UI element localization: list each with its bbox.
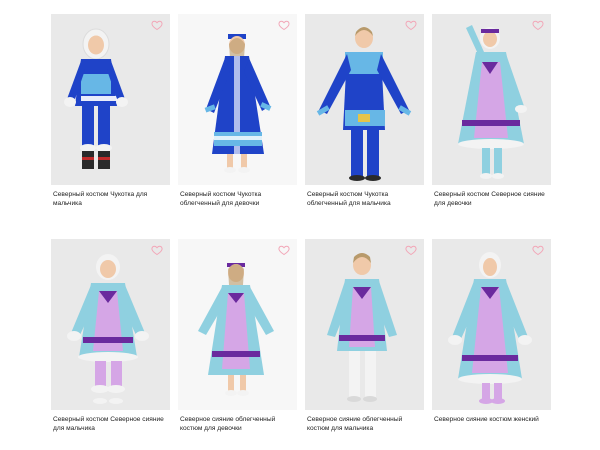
costume-girl-chukotka-light-image — [204, 34, 272, 173]
product-title[interactable]: Северный костюм Чукотка облегченный для … — [178, 191, 292, 208]
product-photo[interactable] — [178, 239, 297, 410]
heart-icon[interactable] — [405, 19, 417, 31]
product-photo[interactable] — [178, 14, 297, 185]
product-title[interactable]: Северное сияние облегченный костюм для д… — [178, 416, 292, 433]
costume-boy-chukotka-image — [64, 28, 128, 169]
product-card[interactable]: Северное сияние облегченный костюм для д… — [178, 239, 297, 433]
product-photo[interactable] — [432, 239, 551, 410]
product-photo[interactable] — [305, 14, 424, 185]
product-title[interactable]: Северный костюм Чукотка для мальчика — [51, 191, 165, 208]
product-card[interactable]: Северное сияние облегченный костюм для м… — [305, 239, 424, 433]
costume-girl-northern-lights-light-image — [198, 263, 274, 396]
product-card[interactable]: Северный костюм Чукотка облегченный для … — [178, 14, 297, 208]
product-photo[interactable] — [51, 14, 170, 185]
product-card[interactable]: Северный костюм Чукотка облегченный для … — [305, 14, 424, 208]
costume-boy-northern-lights-image — [67, 254, 149, 404]
heart-icon[interactable] — [278, 19, 290, 31]
costume-woman-northern-lights-image — [448, 252, 532, 404]
product-title[interactable]: Северный костюм Северное сияние для дево… — [432, 191, 546, 208]
heart-icon[interactable] — [532, 244, 544, 256]
product-photo[interactable] — [432, 14, 551, 185]
product-card[interactable]: Северный костюм Северное сияние для маль… — [51, 239, 170, 433]
costume-boy-northern-lights-light-image — [327, 253, 397, 402]
heart-icon[interactable] — [405, 244, 417, 256]
product-grid: Северный костюм Чукотка для мальчика Сев… — [51, 14, 551, 436]
product-photo[interactable] — [305, 239, 424, 410]
heart-icon[interactable] — [151, 19, 163, 31]
product-card[interactable]: Северный костюм Чукотка для мальчика — [51, 14, 170, 208]
product-photo[interactable] — [51, 239, 170, 410]
costume-boy-chukotka-light-image — [316, 27, 412, 181]
heart-icon[interactable] — [151, 244, 163, 256]
product-title[interactable]: Северный костюм Северное сияние для маль… — [51, 416, 165, 433]
product-title[interactable]: Северный костюм Чукотка облегченный для … — [305, 191, 419, 208]
product-title[interactable]: Северное сияние облегченный костюм для м… — [305, 416, 419, 433]
heart-icon[interactable] — [532, 19, 544, 31]
product-title[interactable]: Северное сияние костюм женский — [432, 416, 546, 425]
costume-girl-northern-lights-image — [458, 25, 527, 179]
product-card[interactable]: Северное сияние костюм женский — [432, 239, 551, 425]
product-card[interactable]: Северный костюм Северное сияние для дево… — [432, 14, 551, 208]
heart-icon[interactable] — [278, 244, 290, 256]
